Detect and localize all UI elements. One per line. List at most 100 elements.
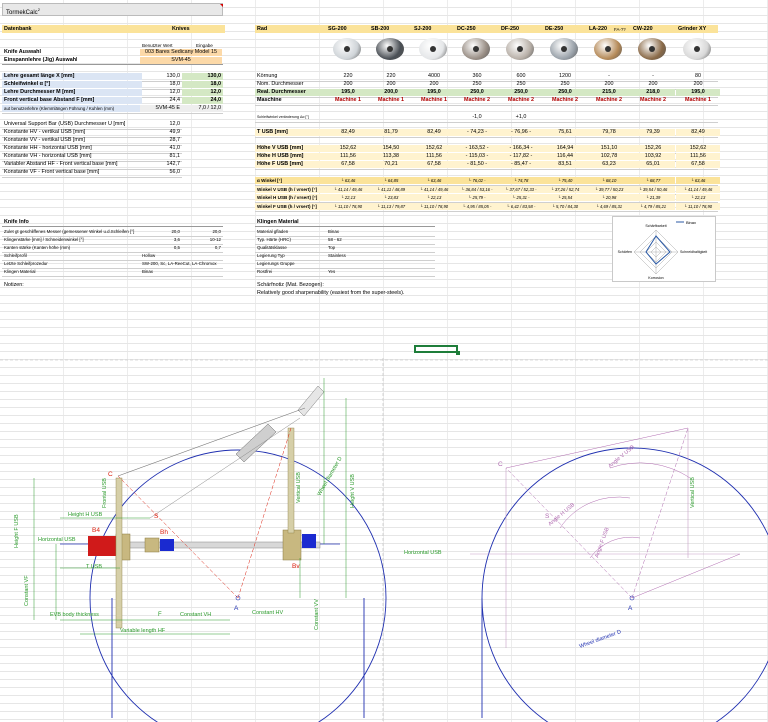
knife-info-value[interactable]: SW-200, Sc, LA-ReeCut, LA-Chromox [142, 260, 224, 267]
knife-info-value2[interactable]: 0,7 [182, 244, 223, 251]
row-cell: Machine 1 [420, 97, 448, 103]
klingen-label: Material gfladen [257, 229, 289, 234]
wheel-image-7 [589, 35, 627, 63]
angle-cell: └ 63,46 [676, 177, 720, 184]
knife-info-value[interactable]: 0,5 [142, 244, 182, 251]
wheel-name-5: DF-250 [501, 26, 519, 32]
radar-axis-bottom: Korrosion [648, 276, 663, 280]
constant-label: Konstante VF - Front vertical base [mm] [4, 169, 100, 175]
row-label: Körnung [257, 73, 278, 79]
comment-marker [220, 4, 223, 7]
height-cell: 83,51 [543, 161, 587, 168]
height-cell: 70,21 [369, 161, 413, 168]
height-cell: 154,50 [369, 145, 413, 152]
lbl-height-vusb: Height V USB [350, 474, 356, 508]
wheel-name-8: CW-220 [633, 26, 653, 32]
knife-info-label: Klingenstärke [mm] / Schneidenwinkel [°] [4, 237, 84, 242]
knife-info-value[interactable]: Binax [142, 268, 224, 275]
height-cell: 63,23 [587, 161, 631, 168]
angle-cell: └ 6,42 / 83,58 - [499, 202, 543, 210]
angle-cell: └ 74,78 [499, 177, 543, 184]
knife-info-value[interactable]: 3,6 [142, 236, 182, 243]
constant-value: 28,7 [169, 137, 181, 143]
angle-cell: └ 41,14 / 49,46 [676, 185, 720, 193]
klingen-value: 58 - 62 [328, 237, 342, 242]
height-cell: 111,56 [326, 153, 370, 160]
param-input-value[interactable]: 24,0 [182, 97, 223, 104]
height-cell: - 163,52 - [455, 145, 499, 152]
param-user-value: 24,4 [169, 97, 181, 103]
row-cell: 200 [429, 81, 439, 87]
angle-cell: └ 23,83 [369, 194, 413, 201]
wheel-name-1: SG-200 [328, 26, 347, 32]
jig-select[interactable]: SVM-45 [140, 57, 222, 64]
klingen-label: Legierung Typ [257, 253, 285, 258]
height-cell: 111,56 [412, 153, 456, 160]
angle-cell: └ 11,10 / 78,90 [676, 202, 720, 210]
angle-cell: └ 22,13 [326, 194, 370, 201]
radar-axis-left: Schärfen [618, 250, 632, 254]
height-cell: 113,38 [369, 153, 413, 160]
constant-label: Konstante HH - horizontal USB [mm] [4, 145, 92, 151]
angle-label: Winkel H USB (h / vrsert) [°] [255, 194, 327, 201]
knife-select[interactable]: 003 Bares Sedicany Model 15 [140, 49, 222, 56]
angle-cell: └ 25,79 - [455, 194, 499, 201]
height-label: Höhe F USB [mm] [255, 161, 327, 168]
row-cell: 200 [343, 81, 353, 87]
tusb-cell: 75,61 [543, 129, 587, 136]
angle-cell: └ 4,95 / 85,05 - [455, 202, 499, 210]
knife-info-label: Schleifprofil [4, 253, 27, 258]
offset-cell[interactable]: +1,0 [499, 114, 543, 121]
lbl-r-horizontal-usb: Horizontal USB [404, 550, 442, 556]
row-cell: 250,0 [543, 89, 587, 96]
param-label: Lehre gesamt länge X [mm] [2, 73, 142, 80]
wheel-image-3 [414, 35, 452, 63]
height-cell: - 166,34 - [499, 145, 543, 152]
row-cell: 360 [472, 73, 482, 79]
param-input-value[interactable]: 130,0 [182, 73, 223, 80]
col-input-header: Eingabe [196, 43, 213, 48]
angle-cell: └ 22,13 [676, 194, 720, 201]
angle-cell: └ 63,46 [412, 177, 456, 184]
left-drawing: Height F USB Frontal USB Height H USB Ho… [14, 378, 387, 722]
wheel-name-3: SJ-200 [414, 26, 432, 32]
selected-cell[interactable] [414, 345, 460, 355]
angle-cell: └ 11,10 / 78,90 [326, 202, 370, 210]
knife-info-value2[interactable]: 10-12 [182, 236, 223, 243]
angle-label: α Winkel [°] [255, 177, 327, 184]
row-cell: - [608, 73, 610, 79]
lbl-bv: Bv [292, 563, 300, 570]
knife-info-value2[interactable]: 20,0 [182, 228, 223, 235]
klingen-label: Typ. Härte (HRC) [257, 237, 291, 242]
right-drawing: Horizontal USB Angle H USB Angle V USB A… [404, 427, 768, 722]
row-cell: Machine 1 [377, 97, 405, 103]
constant-value: 49,9 [169, 129, 181, 135]
offset-cell[interactable]: -1,0 [455, 114, 499, 121]
param-input-value[interactable]: 18,0 [182, 81, 223, 88]
angle-cell: └ 21,39 [631, 194, 675, 201]
knife-info-value[interactable]: 20,0 [142, 228, 182, 235]
wheel-image-9 [678, 35, 716, 63]
knife-info-value[interactable]: Hollow [142, 252, 224, 259]
angle-cell: └ 75,40 [543, 177, 587, 184]
klingen-label: Rostfrei [257, 269, 273, 274]
constant-label: Universal Support Bar (USB) Durchmesser … [4, 121, 126, 127]
constant-label: Konstante VV - vertikal USB [mm] [4, 137, 85, 143]
lbl-constant-hv: Constant HV [252, 610, 284, 616]
angle-cell: └ 41,14 / 49,46 [326, 185, 370, 193]
wheel-image-4 [457, 35, 495, 63]
param-label: Schleifwinkel α [°] [2, 81, 142, 88]
angle-cell: └ 5,70 / 84,30 [543, 202, 587, 210]
row-cell: 200 [604, 81, 614, 87]
height-label: Höhe H USB [mm] [255, 153, 327, 160]
param-input-value[interactable]: 12,0 [182, 89, 223, 96]
lbl-c: C [108, 471, 113, 478]
lbl-height-fusb: Height F USB [14, 514, 20, 548]
angle-cell: └ 25,31 - [499, 194, 543, 201]
param-input-value[interactable]: 7,0 / 12,0 [182, 105, 223, 112]
angle-cell: └ 25,54 [543, 194, 587, 201]
row-cell: 1200 [559, 73, 571, 79]
height-cell: 152,62 [676, 145, 720, 152]
param-user-value: 130,0 [166, 73, 181, 79]
radar-legend: Binax [686, 220, 696, 225]
